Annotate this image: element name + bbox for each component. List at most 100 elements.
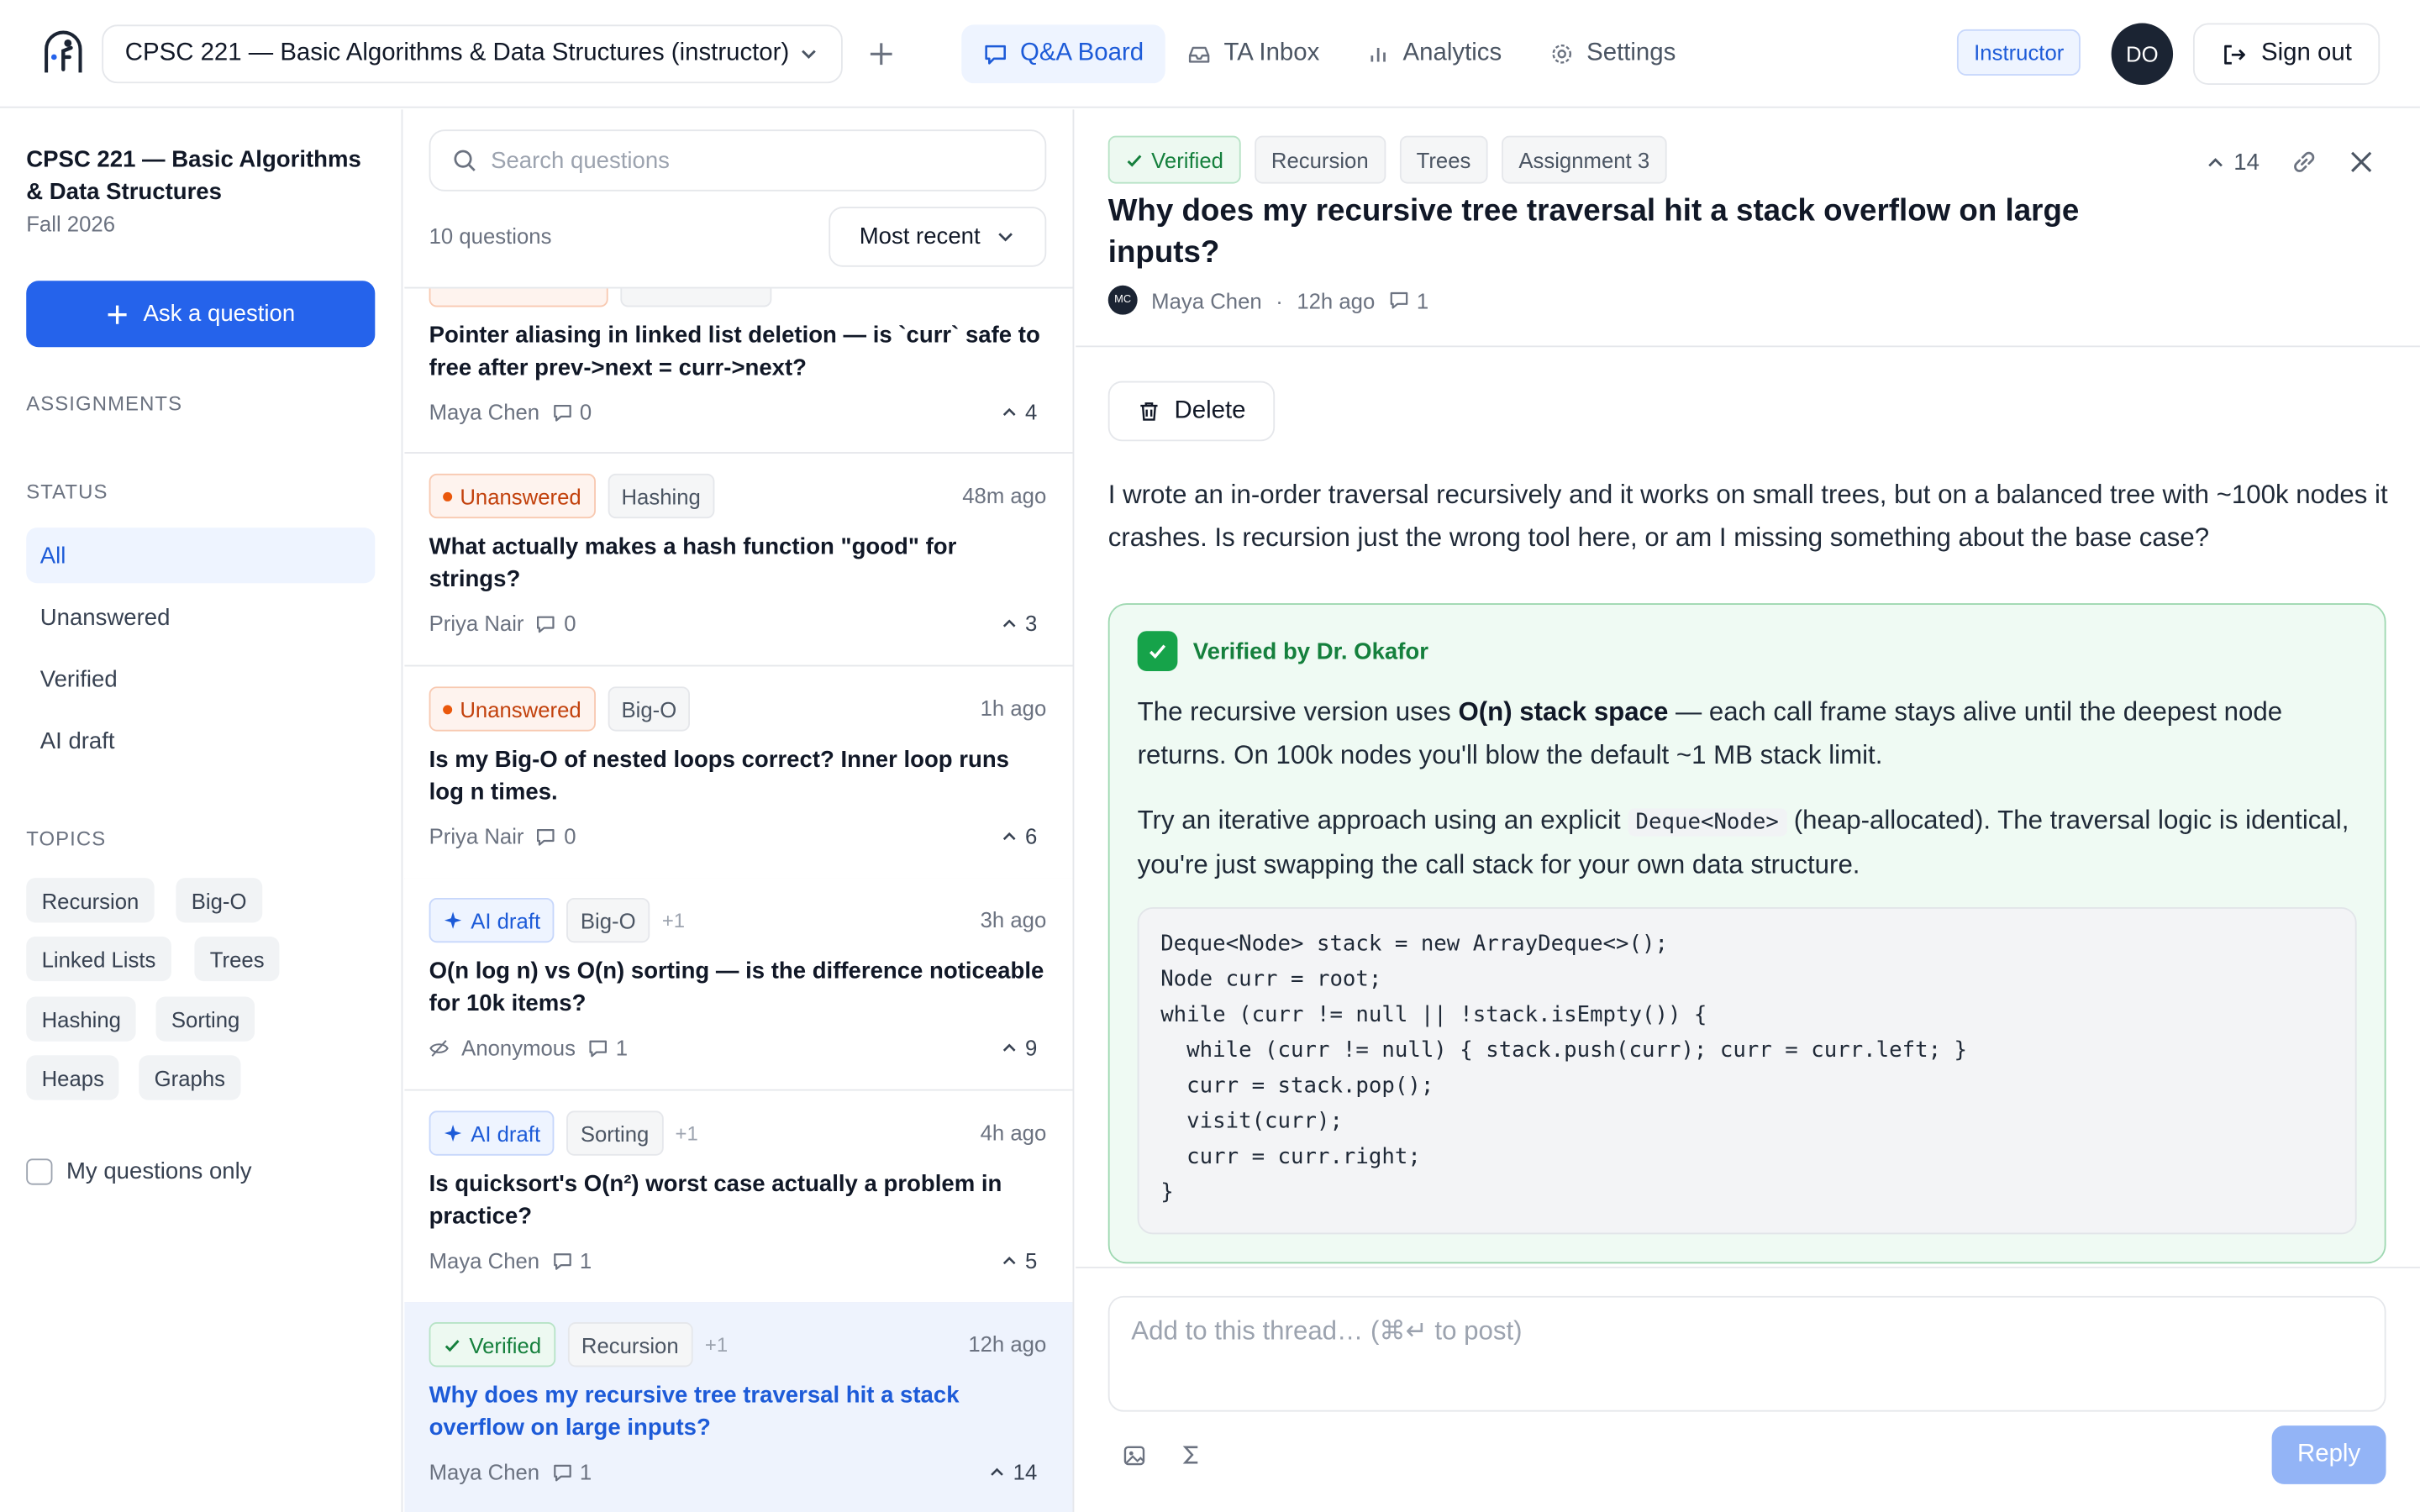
comment-icon	[537, 828, 555, 845]
question-meta: Maya Chen 0	[429, 400, 592, 424]
more-tags-count: +1	[661, 908, 686, 932]
add-course-plus-icon[interactable]	[865, 37, 898, 71]
image-upload-icon[interactable]	[1122, 1442, 1148, 1468]
status-tag-label: AI draft	[471, 1121, 541, 1146]
status-filter-unanswered[interactable]: Unanswered	[26, 590, 375, 645]
reply-toolbar	[1122, 1442, 1203, 1468]
detail-actions: 14	[2206, 148, 2374, 176]
question-tags: Verified Recursion +1	[429, 1322, 729, 1368]
question-tags: AI draft Sorting +1	[429, 1110, 698, 1156]
status-filter-all[interactable]: All	[26, 528, 376, 584]
upvote-button[interactable]: 14	[2206, 149, 2260, 175]
status-tag-ai-draft: AI draft	[429, 1110, 555, 1156]
tab-qa-board[interactable]: Q&A Board	[961, 24, 1165, 84]
status-tag-unanswered: Unanswered	[429, 473, 596, 519]
question-card-selected[interactable]: Verified Recursion +1 12h ago Why does m…	[404, 1302, 1073, 1512]
topic-chip-big-o[interactable]: Big-O	[176, 878, 262, 923]
sign-out-button[interactable]: Sign out	[2192, 23, 2381, 86]
topic-tag-recursion[interactable]: Recursion	[1254, 135, 1386, 184]
status-tag-label: Unanswered	[460, 483, 581, 509]
code-block: Deque<Node> stack = new ArrayDeque<>(); …	[1137, 906, 2357, 1235]
question-title: Is my Big-O of nested loops correct? Inn…	[429, 746, 1010, 806]
topic-chip-sorting[interactable]: Sorting	[155, 996, 255, 1042]
app-root: CPSC 221 — Basic Algorithms & Data Struc…	[0, 0, 2420, 1512]
topic-chip-hashing[interactable]: Hashing	[26, 996, 137, 1042]
topic-chip-heaps[interactable]: Heaps	[26, 1055, 120, 1100]
status-tag-label: Unanswered	[460, 696, 581, 722]
code-line: curr = curr.right;	[1160, 1144, 1421, 1170]
comment-count-value: 0	[579, 399, 592, 425]
chevron-up-icon	[1003, 832, 1016, 841]
tab-ta-inbox[interactable]: TA Inbox	[1165, 24, 1341, 83]
comment-icon	[553, 1252, 571, 1269]
question-card[interactable]: AI draft Big-O +1 3h ago O(n log n) vs O…	[404, 878, 1073, 1091]
detail-tags: Verified Recursion Trees Assignment 3	[1107, 135, 1667, 184]
topic-chip-recursion[interactable]: Recursion	[26, 878, 155, 923]
vote-count: 9	[1001, 1035, 1037, 1060]
tab-ta-inbox-label: TA Inbox	[1223, 39, 1320, 66]
question-tags: Unanswered Hashing	[429, 473, 715, 519]
topic-chip-graphs[interactable]: Graphs	[139, 1055, 241, 1100]
code-line: Deque<Node> stack = new ArrayDeque<>();	[1160, 932, 1668, 957]
detail-time: 12h ago	[1297, 287, 1376, 312]
topic-chip-trees[interactable]: Trees	[194, 936, 280, 982]
assignment-tag[interactable]: Assignment 3	[1502, 135, 1667, 184]
delete-button[interactable]: Delete	[1107, 381, 1276, 442]
question-list[interactable]: Pointer aliasing in linked list deletion…	[404, 286, 1073, 1512]
eye-off-icon	[429, 1039, 449, 1056]
topic-tag-trees[interactable]: Trees	[1399, 135, 1488, 184]
question-author: Priya Nair	[429, 611, 524, 636]
top-bar: CPSC 221 — Basic Algorithms & Data Struc…	[0, 0, 2420, 108]
topic-chip-linked-lists[interactable]: Linked Lists	[26, 936, 171, 982]
close-icon[interactable]	[2349, 150, 2373, 174]
vote-count: 5	[1001, 1248, 1037, 1273]
status-tag-verified: Verified	[1107, 135, 1241, 184]
chevron-up-icon	[991, 1467, 1004, 1476]
question-card[interactable]: Unanswered Big-O 1h ago Is my Big-O of n…	[404, 666, 1073, 879]
topic-tag: Recursion	[567, 1322, 693, 1368]
question-meta: Maya Chen 1	[429, 1248, 592, 1273]
user-avatar[interactable]: DO	[2111, 23, 2174, 86]
my-questions-checkbox[interactable]	[26, 1158, 53, 1185]
comment-count-value: 1	[615, 1035, 629, 1060]
sort-select[interactable]: Most recent	[829, 207, 1047, 267]
my-questions-toggle[interactable]: My questions only	[26, 1158, 251, 1185]
vote-count: 3	[1001, 611, 1037, 636]
sigma-math-icon[interactable]	[1179, 1442, 1203, 1467]
status-filter-verified[interactable]: Verified	[26, 651, 375, 706]
tab-settings[interactable]: Settings	[1528, 24, 1697, 83]
question-detail-panel: Verified Recursion Trees Assignment 3 14…	[1076, 109, 2420, 1512]
question-title: O(n log n) vs O(n) sorting — is the diff…	[429, 958, 1044, 1017]
divider	[1076, 345, 2420, 348]
comment-icon	[1390, 291, 1408, 309]
code-line: curr = stack.pop();	[1160, 1074, 1434, 1099]
course-selector[interactable]: CPSC 221 — Basic Algorithms & Data Struc…	[102, 24, 843, 84]
sort-select-label: Most recent	[859, 223, 981, 250]
status-tag	[429, 288, 608, 307]
course-selector-label: CPSC 221 — Basic Algorithms & Data Struc…	[124, 39, 790, 66]
chevron-down-icon	[998, 233, 1013, 242]
tab-analytics[interactable]: Analytics	[1344, 24, 1523, 83]
delete-label: Delete	[1174, 396, 1246, 424]
verified-answer-card: Verified by Dr. Okafor The recursive ver…	[1107, 603, 2386, 1264]
sparkle-icon	[444, 911, 462, 929]
ask-question-button[interactable]: Ask a question	[26, 281, 376, 348]
link-icon[interactable]	[2291, 148, 2318, 176]
sidebar: CPSC 221 — Basic Algorithms & Data Struc…	[0, 109, 403, 1512]
status-filter-ai-draft[interactable]: AI draft	[26, 713, 375, 769]
answer-paragraph-1: The recursive version uses O(n) stack sp…	[1138, 691, 2365, 778]
question-author: Anonymous	[461, 1035, 576, 1060]
question-card[interactable]: Unanswered Hashing 48m ago What actually…	[404, 453, 1073, 667]
question-body: I wrote an in-order traversal recursivel…	[1107, 480, 2388, 553]
status-tag-label: AI draft	[471, 907, 541, 933]
status-tag-unanswered: Unanswered	[429, 686, 596, 732]
reply-button[interactable]: Reply	[2271, 1425, 2386, 1484]
question-card[interactable]: AI draft Sorting +1 4h ago Is quicksort'…	[404, 1090, 1073, 1305]
more-tags-count: +1	[704, 1332, 729, 1357]
vote-count-value: 4	[1024, 399, 1038, 425]
comment-count-value: 0	[564, 823, 576, 849]
search-input[interactable]: Search questions	[429, 129, 1047, 192]
reply-input[interactable]: Add to this thread… (⌘↵ to post)	[1107, 1295, 2386, 1412]
question-card[interactable]: Pointer aliasing in linked list deletion…	[404, 288, 1073, 454]
app-logo-icon[interactable]	[40, 28, 87, 77]
